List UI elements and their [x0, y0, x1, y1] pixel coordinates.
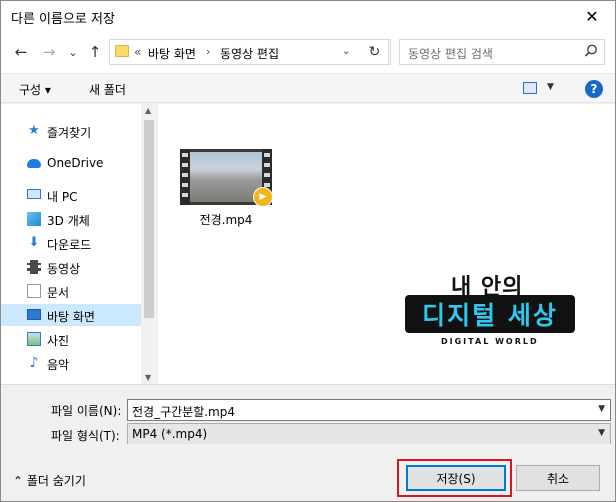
forward-arrow-icon[interactable]: → — [39, 42, 59, 62]
sidebar-item-label: 동영상 — [47, 262, 81, 276]
desktop-icon — [27, 309, 41, 320]
sidebar-item-music[interactable]: ♪ 음악 — [1, 352, 141, 374]
sidebar-item-documents[interactable]: 문서 — [1, 280, 141, 302]
sidebar-item-label: 바탕 화면 — [47, 310, 95, 324]
search-placeholder: 동영상 편집 검색 — [408, 47, 493, 61]
sidebar-item-favorites[interactable]: ★ 즐겨찾기 — [1, 120, 141, 142]
hide-folders-button[interactable]: ⌃ 폴더 숨기기 — [13, 472, 86, 489]
sidebar-item-label: 문서 — [47, 286, 70, 300]
sidebar-item-label: 내 PC — [47, 190, 78, 204]
sidebar-item-videos[interactable]: 동영상 — [1, 256, 141, 278]
breadcrumb-separator-icon[interactable]: › — [206, 45, 210, 58]
title-bar: 다른 이름으로 저장 ✕ — [1, 1, 615, 31]
command-bar: 구성 ▾ 새 폴더 ▼ ? — [1, 73, 615, 103]
window-title: 다른 이름으로 저장 — [11, 12, 115, 27]
download-icon: ⬇ — [28, 235, 40, 250]
cloud-icon — [27, 159, 41, 168]
sidebar-item-label: OneDrive — [47, 156, 104, 170]
logo-line-3: DIGITAL WORLD — [441, 337, 539, 346]
file-item[interactable]: ▶ 전경.mp4 — [180, 149, 273, 229]
watermark-logo: 내 안의 디지털 세상 DIGITAL WORLD — [401, 269, 579, 353]
navigation-bar: ← → ⌄ ↑ « 바탕 화면 › 동영상 편집 ⌄ ↻ 동영상 편집 검색 — [1, 31, 615, 73]
filetype-select[interactable]: MP4 (*.mp4) ▼ — [127, 423, 611, 445]
scroll-down-icon[interactable]: ▼ — [145, 373, 151, 382]
logo-line-2: 디지털 세상 — [405, 295, 575, 333]
scroll-up-icon[interactable]: ▲ — [145, 106, 151, 115]
film-icon — [27, 260, 41, 274]
sidebar-item-3d-objects[interactable]: 3D 개체 — [1, 208, 141, 230]
cancel-button[interactable]: 취소 — [516, 465, 600, 491]
view-options-icon[interactable] — [523, 82, 537, 94]
view-dropdown-icon[interactable]: ▼ — [547, 82, 554, 92]
star-icon: ★ — [28, 123, 40, 138]
filename-value: 전경_구간분할.mp4 — [132, 405, 235, 419]
recent-locations-icon[interactable]: ⌄ — [63, 42, 83, 62]
sidebar-item-label: 음악 — [47, 358, 70, 372]
address-dropdown-icon[interactable]: ⌄ — [342, 46, 350, 57]
refresh-icon[interactable]: ↻ — [361, 39, 389, 65]
filetype-label: 파일 형식(T): — [51, 429, 120, 443]
search-icon — [584, 44, 597, 57]
cityscape-thumbnail — [190, 152, 262, 202]
dialog-footer: ⌃ 폴더 숨기기 저장(S) 취소 — [1, 444, 615, 501]
filetype-value: MP4 (*.mp4) — [132, 427, 208, 441]
chevron-down-icon[interactable]: ▼ — [598, 428, 605, 438]
document-icon — [27, 284, 41, 298]
sidebar-item-label: 3D 개체 — [47, 214, 90, 228]
sidebar-item-downloads[interactable]: ⬇ 다운로드 — [1, 232, 141, 254]
breadcrumb-video-edit[interactable]: 동영상 편집 — [220, 45, 279, 62]
scrollbar-thumb[interactable] — [144, 120, 154, 318]
save-as-dialog: 다른 이름으로 저장 ✕ ← → ⌄ ↑ « 바탕 화면 › 동영상 편집 ⌄ … — [0, 0, 616, 502]
up-arrow-icon[interactable]: ↑ — [85, 42, 105, 62]
sidebar-scrollbar[interactable]: ▲ ▼ — [141, 104, 157, 384]
pc-icon — [27, 189, 41, 199]
cube-icon — [27, 212, 41, 226]
filename-label: 파일 이름(N): — [51, 404, 122, 418]
filename-input[interactable]: 전경_구간분할.mp4 ▼ — [127, 399, 611, 421]
back-arrow-icon[interactable]: ← — [11, 42, 31, 62]
sidebar-item-label: 즐겨찾기 — [47, 126, 92, 140]
address-bar[interactable]: « 바탕 화면 › 동영상 편집 ⌄ — [109, 39, 391, 65]
sidebar-item-label: 다운로드 — [47, 238, 92, 252]
breadcrumb-desktop[interactable]: 바탕 화면 — [148, 45, 196, 62]
sidebar-item-desktop[interactable]: 바탕 화면 — [1, 304, 141, 326]
new-folder-button[interactable]: 새 폴더 — [89, 81, 126, 98]
close-icon[interactable]: ✕ — [569, 1, 615, 31]
folder-icon — [115, 45, 129, 57]
chevron-down-icon[interactable]: ▼ — [598, 404, 605, 414]
organize-menu[interactable]: 구성 ▾ — [19, 81, 51, 98]
search-input[interactable]: 동영상 편집 검색 — [399, 39, 605, 65]
file-name: 전경.mp4 — [199, 213, 253, 227]
sidebar-item-label: 사진 — [47, 334, 70, 348]
picture-icon — [27, 332, 41, 346]
sidebar-item-this-pc[interactable]: 내 PC — [1, 184, 141, 206]
save-fields: 파일 이름(N): 전경_구간분할.mp4 ▼ 파일 형식(T): MP4 (*… — [1, 384, 615, 445]
sidebar-item-onedrive[interactable]: OneDrive — [1, 152, 141, 174]
file-list: ▶ 전경.mp4 내 안의 디지털 세상 DIGITAL WORLD — [158, 104, 615, 384]
highlight-box — [397, 459, 512, 497]
help-icon[interactable]: ? — [585, 80, 603, 98]
sidebar-item-pictures[interactable]: 사진 — [1, 328, 141, 350]
navigation-pane: ★ 즐겨찾기 OneDrive 내 PC 3D 개체 ⬇ 다운로드 동영상 문서 — [1, 104, 157, 384]
music-icon: ♪ — [29, 355, 39, 371]
play-icon: ▶ — [253, 187, 273, 207]
breadcrumb-overflow[interactable]: « — [134, 45, 141, 59]
